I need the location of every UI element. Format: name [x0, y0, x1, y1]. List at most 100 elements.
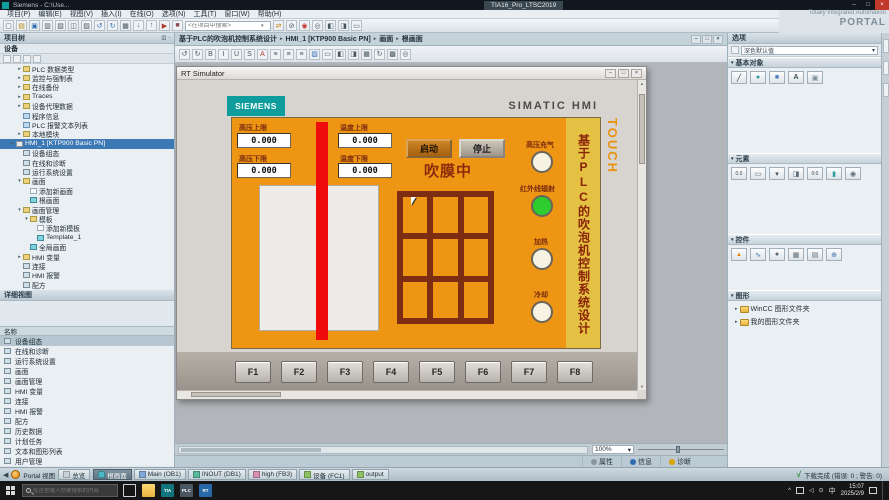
- close-button[interactable]: ×: [875, 0, 889, 10]
- go-online-icon[interactable]: ⇄: [273, 20, 284, 31]
- zoom-select[interactable]: 100% ▾: [592, 445, 634, 454]
- bar-tool-icon[interactable]: [826, 167, 842, 180]
- start-button[interactable]: [0, 481, 20, 500]
- network-icon[interactable]: ⊙: [819, 487, 824, 494]
- cut-icon[interactable]: ▧: [55, 20, 66, 31]
- start-button[interactable]: 启动: [406, 139, 452, 158]
- display-icon[interactable]: [796, 487, 804, 494]
- function-key-f8[interactable]: F8: [557, 361, 593, 383]
- font-color-icon[interactable]: A: [257, 49, 268, 60]
- scroll-down-icon[interactable]: ▼: [638, 384, 646, 389]
- download-icon[interactable]: ↓: [133, 20, 144, 31]
- arrow-cursor-icon[interactable]: [731, 46, 739, 54]
- taskbar-search[interactable]: [22, 484, 118, 497]
- italic-icon[interactable]: I: [218, 49, 229, 60]
- scrollbar-thumb[interactable]: [191, 392, 281, 397]
- upload-icon[interactable]: ↑: [146, 20, 157, 31]
- tree-settings-icon[interactable]: [3, 55, 11, 63]
- split-editor-horizontal-icon[interactable]: ◨: [338, 20, 349, 31]
- list-item[interactable]: 在线和诊断: [0, 346, 174, 356]
- tasks-tab-icon[interactable]: [883, 61, 889, 75]
- taskbar-search-input[interactable]: [33, 488, 113, 494]
- rt-vertical-scrollbar[interactable]: ▲ ▼: [637, 80, 646, 390]
- breadcrumb-item[interactable]: 根画面: [402, 34, 423, 44]
- slider-knob[interactable]: [676, 446, 680, 453]
- breadcrumb-item[interactable]: HMI_1 [KTP900 Basic PN]: [286, 36, 371, 43]
- function-key-f2[interactable]: F2: [281, 361, 317, 383]
- taskbar-clock[interactable]: 15:07 2025/2/9: [841, 484, 864, 498]
- function-key-f4[interactable]: F4: [373, 361, 409, 383]
- function-key-f1[interactable]: F1: [235, 361, 271, 383]
- scroll-up-icon[interactable]: ▲: [638, 81, 646, 86]
- expander-icon[interactable]: ▸: [16, 103, 23, 109]
- stop-runtime-icon[interactable]: ■: [172, 20, 183, 31]
- maximize-button[interactable]: □: [861, 0, 875, 10]
- canvas-horizontal-scrollbar[interactable]: [178, 446, 588, 454]
- tree-item[interactable]: 程序信息: [0, 111, 174, 120]
- undo-icon[interactable]: ↺: [94, 20, 105, 31]
- expander-icon[interactable]: ▸: [16, 66, 23, 72]
- rt-horizontal-scrollbar[interactable]: [177, 390, 637, 399]
- tab-properties[interactable]: 属性: [582, 456, 621, 467]
- group-objects-icon[interactable]: ▦: [361, 49, 372, 60]
- graphics-folder[interactable]: ▸WinCC 图形文件夹: [731, 304, 878, 314]
- project-search[interactable]: ▾: [185, 21, 271, 31]
- function-key-f7[interactable]: F7: [511, 361, 547, 383]
- section-header[interactable]: ▾图形: [728, 290, 881, 301]
- tree-item[interactable]: ▸监控与强制表: [0, 73, 174, 82]
- align-left-icon[interactable]: ≡: [270, 49, 281, 60]
- save-project-icon[interactable]: ▣: [29, 20, 40, 31]
- bold-icon[interactable]: B: [205, 49, 216, 60]
- devices-tab[interactable]: 设备: [0, 44, 174, 54]
- print-icon[interactable]: ▥: [42, 20, 53, 31]
- graphic-io-tool-icon[interactable]: [788, 167, 804, 180]
- scrollbar-thumb[interactable]: [181, 448, 321, 452]
- tree-item[interactable]: ▸本地模块: [0, 130, 174, 139]
- io-field-temperature-lower[interactable]: 0.000: [338, 163, 392, 178]
- overview-button[interactable]: 总览: [58, 469, 90, 480]
- paste-icon[interactable]: ▨: [81, 20, 92, 31]
- auto-collapse-icon[interactable]: ◫: [161, 35, 166, 41]
- expander-icon[interactable]: ▾: [23, 216, 30, 222]
- pin-icon[interactable]: ▫: [168, 35, 170, 41]
- io-field-high-pressure-lower[interactable]: 0.000: [237, 163, 291, 178]
- text-field-tool-icon[interactable]: [788, 71, 804, 84]
- tab-info[interactable]: 信息: [621, 456, 660, 467]
- tree-item[interactable]: Template_1: [0, 233, 174, 242]
- function-key-f5[interactable]: F5: [419, 361, 455, 383]
- list-item[interactable]: 运行系统设置: [0, 356, 174, 366]
- tia-portal-icon[interactable]: TIA: [161, 484, 174, 497]
- editor-button[interactable]: INOUT (DB1): [188, 469, 246, 480]
- breadcrumb-item[interactable]: 画面: [379, 34, 393, 44]
- menu-item-9[interactable]: 帮助(H): [254, 9, 286, 19]
- underline-icon[interactable]: U: [231, 49, 242, 60]
- rotate-icon[interactable]: ↻: [374, 49, 385, 60]
- undo-icon[interactable]: ↺: [179, 49, 190, 60]
- rt-minimize-button[interactable]: –: [605, 69, 616, 78]
- window-layout-icon[interactable]: ▭: [351, 20, 362, 31]
- tree-item[interactable]: ▸PLC 数据类型: [0, 64, 174, 73]
- new-project-icon[interactable]: ▢: [3, 20, 14, 31]
- tree-item[interactable]: 运行系统设置: [0, 167, 174, 176]
- tree-item[interactable]: ▾画面管理: [0, 205, 174, 214]
- rectangle-tool-icon[interactable]: [769, 71, 785, 84]
- button-tool-icon[interactable]: [750, 167, 766, 180]
- snap-grid-icon[interactable]: ▩: [387, 49, 398, 60]
- volume-icon[interactable]: ◁: [809, 487, 814, 494]
- cross-reference-icon[interactable]: ◎: [312, 20, 323, 31]
- graphics-folder[interactable]: ▸我的图形文件夹: [731, 317, 878, 327]
- show-desktop-button[interactable]: [882, 481, 885, 500]
- ime-indicator[interactable]: 中: [829, 486, 836, 496]
- minimize-button[interactable]: –: [847, 0, 861, 10]
- strikethrough-icon[interactable]: S: [244, 49, 255, 60]
- tree-item[interactable]: ▸设备代理数据: [0, 102, 174, 111]
- rt-simulator-titlebar[interactable]: RT Simulator – □ ×: [177, 67, 646, 80]
- tree-collapse-all-icon[interactable]: [33, 55, 41, 63]
- tree-item[interactable]: 连接: [0, 261, 174, 270]
- tree-filter-icon[interactable]: [13, 55, 21, 63]
- switch-tool-icon[interactable]: [845, 167, 861, 180]
- project-tab[interactable]: TIA16_Pro_LTSC2019: [484, 1, 563, 10]
- editor-maximize-button[interactable]: □: [702, 35, 712, 44]
- list-item[interactable]: HMI 报警: [0, 406, 174, 416]
- online-diagnostics-icon[interactable]: ◉: [299, 20, 310, 31]
